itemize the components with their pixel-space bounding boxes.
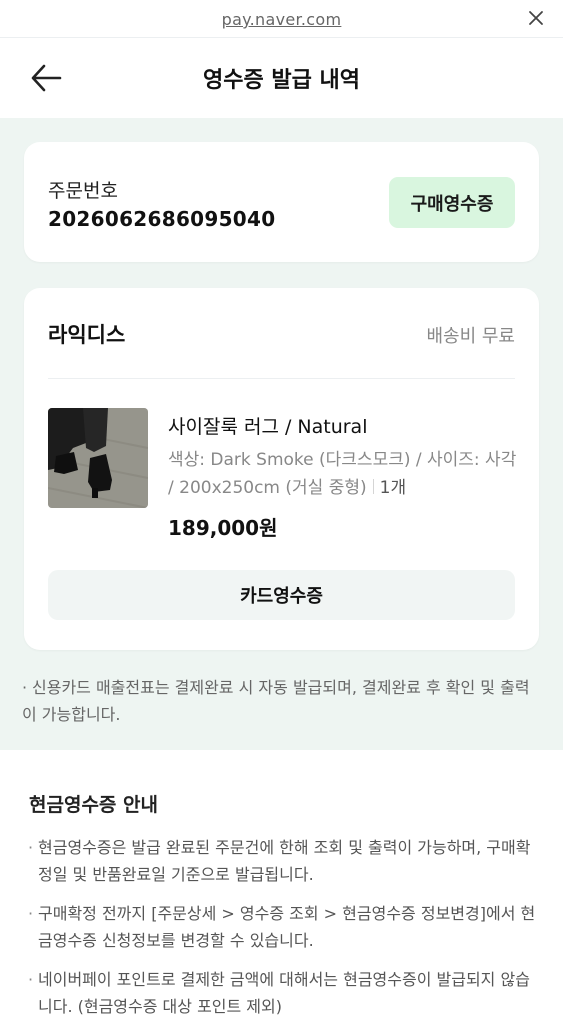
product-price: 189,000원: [168, 512, 278, 541]
product-quantity: 1개: [379, 478, 407, 498]
order-number-label: 주문번호: [48, 180, 118, 202]
shipping-fee: 배송비 무료: [426, 326, 515, 347]
divider: [48, 378, 515, 379]
url-text[interactable]: pay.naver.com: [0, 10, 563, 29]
bullet-dot: ·: [22, 678, 28, 697]
notice-text: 신용카드 매출전표는 결제완료 시 자동 발급되며, 결제완료 후 확인 및 출…: [22, 678, 530, 724]
info-bullet: 구매확정 전까지 [주문상세 > 영수증 조회 > 현금영수증 정보변경]에서 …: [28, 900, 538, 954]
order-number: 2026062686095040: [48, 207, 276, 231]
price-amount: 189,000: [168, 516, 260, 540]
browser-bar: pay.naver.com: [0, 0, 563, 38]
item-card: 라익디스 배송비 무료 사이잘룩 러그 / Natural 색상: Dark S…: [24, 288, 539, 650]
product-options-text: 색상: Dark Smoke (다크스모크) / 사이즈: 사각 / 200x2…: [168, 450, 517, 498]
info-bullet: 현금영수증은 발급 완료된 주문건에 한해 조회 및 출력이 가능하며, 구매확…: [28, 834, 538, 888]
close-icon[interactable]: [527, 9, 545, 27]
order-card: 주문번호 2026062686095040 구매영수증: [24, 142, 539, 262]
purchase-receipt-button[interactable]: 구매영수증: [389, 177, 515, 228]
product-name[interactable]: 사이잘룩 러그 / Natural: [168, 412, 367, 439]
quantity-separator: [372, 479, 374, 494]
cash-receipt-info: 현금영수증 안내 현금영수증은 발급 완료된 주문건에 한해 조회 및 출력이 …: [0, 750, 563, 1024]
page-title: 영수증 발급 내역: [203, 68, 360, 93]
product-photo-icon: [48, 408, 148, 508]
store-name[interactable]: 라익디스: [48, 319, 125, 349]
info-bullet: 네이버페이 포인트로 결제한 금액에 대해서는 현금영수증이 발급되지 않습니다…: [28, 966, 538, 1020]
price-unit: 원: [259, 516, 278, 540]
page-header: 영수증 발급 내역: [0, 38, 563, 118]
card-receipt-button[interactable]: 카드영수증: [48, 570, 515, 620]
product-options: 색상: Dark Smoke (다크스모크) / 사이즈: 사각 / 200x2…: [168, 446, 518, 502]
card-slip-notice: · 신용카드 매출전표는 결제완료 시 자동 발급되며, 결제완료 후 확인 및 …: [22, 674, 542, 728]
cash-receipt-title: 현금영수증 안내: [29, 794, 158, 816]
product-thumbnail[interactable]: [48, 408, 148, 508]
